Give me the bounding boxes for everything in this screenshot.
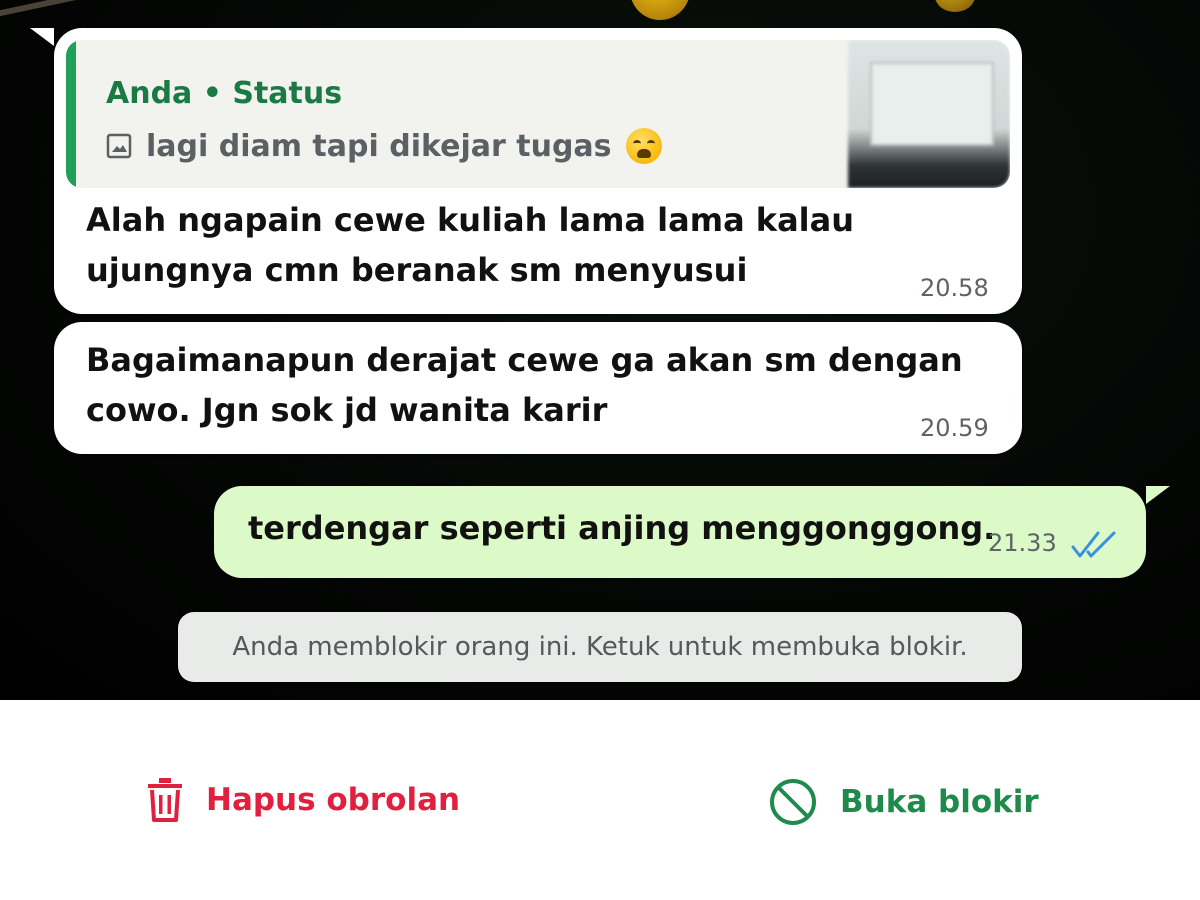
message-text: terdengar seperti anjing menggonggong. [248, 503, 995, 553]
blocked-actions-bar: Hapus obrolan Buka blokir [0, 700, 1200, 900]
blocked-contact-notice[interactable]: Anda memblokir orang ini. Ketuk untuk me… [178, 612, 1022, 682]
message-text: Alah ngapain cewe kuliah lama lama kalau… [86, 195, 854, 295]
incoming-message-bubble[interactable]: Bagaimanapun derajat cewe ga akan sm den… [54, 322, 1022, 454]
quoted-status-caption-row: lagi diam tapi dikejar tugas [106, 128, 662, 164]
quoted-status-thumbnail [848, 40, 1010, 188]
weary-face-emoji-icon [625, 128, 662, 164]
trash-icon [146, 777, 184, 823]
quote-accent-bar [66, 40, 76, 188]
message-line: cowo. Jgn sok jd wanita karir [86, 391, 608, 429]
message-time: 20.58 [920, 274, 989, 302]
incoming-message-bubble[interactable]: Anda • Status lagi diam tapi dikejar tug… [54, 28, 1022, 314]
outgoing-message-bubble[interactable]: terdengar seperti anjing menggonggong. 2… [214, 486, 1146, 578]
chat-wallpaper: Anda • Status lagi diam tapi dikejar tug… [0, 0, 1200, 700]
quoted-status-preview[interactable]: Anda • Status lagi diam tapi dikejar tug… [66, 40, 1010, 188]
quoted-status-author: Anda • Status [106, 76, 343, 111]
message-time: 21.33 [988, 529, 1057, 557]
unblock-button[interactable]: Buka blokir [768, 777, 1039, 827]
chat-screen: Anda • Status lagi diam tapi dikejar tug… [0, 0, 1200, 900]
wallpaper-leaf [621, 0, 699, 29]
bubble-tail [30, 28, 54, 46]
message-line: Bagaimanapun derajat cewe ga akan sm den… [86, 341, 963, 379]
delete-chat-button[interactable]: Hapus obrolan [146, 777, 460, 823]
block-icon [768, 777, 818, 827]
delete-chat-label: Hapus obrolan [206, 782, 461, 818]
message-text: Bagaimanapun derajat cewe ga akan sm den… [86, 335, 963, 435]
message-line: Alah ngapain cewe kuliah lama lama kalau [86, 201, 855, 239]
message-line: ujungnya cmn beranak sm menyusui [86, 251, 748, 289]
quoted-status-caption: lagi diam tapi dikejar tugas [146, 128, 612, 164]
message-line: terdengar seperti anjing menggonggong. [248, 509, 996, 547]
message-time: 20.59 [920, 414, 989, 442]
bubble-tail [1146, 486, 1170, 504]
unblock-label: Buka blokir [840, 784, 1039, 820]
double-check-read-icon [1070, 530, 1118, 564]
wallpaper-leaf [935, 0, 975, 12]
image-icon [106, 133, 132, 159]
